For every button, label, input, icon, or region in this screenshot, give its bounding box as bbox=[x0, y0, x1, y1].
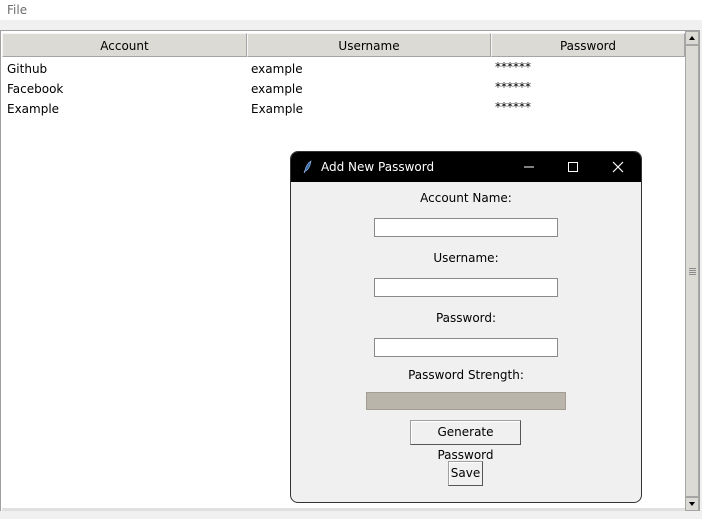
table-row[interactable]: Facebook example ****** bbox=[2, 79, 685, 99]
minimize-icon bbox=[524, 166, 534, 168]
save-button[interactable]: Save bbox=[448, 461, 483, 486]
cell-username: Example bbox=[251, 102, 304, 116]
cell-password: ****** bbox=[495, 100, 531, 114]
table-row[interactable]: Example Example ****** bbox=[2, 99, 685, 119]
menubar: File bbox=[0, 0, 702, 20]
maximize-button[interactable] bbox=[551, 152, 595, 182]
username-label: Username: bbox=[433, 251, 499, 265]
cell-password: ****** bbox=[495, 60, 531, 74]
column-header-account[interactable]: Account bbox=[2, 33, 247, 57]
password-label: Password: bbox=[435, 311, 497, 325]
menu-file[interactable]: File bbox=[7, 3, 27, 17]
feather-icon bbox=[302, 160, 314, 174]
column-header-username[interactable]: Username bbox=[247, 33, 491, 57]
cell-password: ****** bbox=[495, 80, 531, 94]
column-header-password[interactable]: Password bbox=[491, 33, 685, 57]
maximize-icon bbox=[568, 162, 578, 172]
tree-header: Account Username Password bbox=[2, 33, 686, 58]
password-strength-label: Password Strength: bbox=[408, 368, 524, 382]
dialog-titlebar[interactable]: Add New Password bbox=[291, 152, 641, 182]
password-strength-bar bbox=[366, 392, 566, 410]
window-bottom-edge bbox=[0, 511, 702, 519]
account-name-label: Account Name: bbox=[420, 191, 512, 205]
grip-icon bbox=[689, 268, 696, 276]
close-icon bbox=[612, 161, 624, 173]
generate-password-button[interactable]: Generate Password bbox=[410, 420, 521, 462]
password-input[interactable] bbox=[374, 338, 558, 357]
cell-account: Facebook bbox=[7, 82, 64, 96]
account-name-input[interactable] bbox=[374, 218, 558, 237]
vertical-scrollbar[interactable] bbox=[685, 31, 699, 511]
dialog-title: Add New Password bbox=[321, 160, 435, 174]
close-button[interactable] bbox=[596, 152, 640, 182]
table-row[interactable]: Github example ****** bbox=[2, 59, 685, 79]
username-input[interactable] bbox=[374, 278, 558, 297]
cell-account: Github bbox=[7, 62, 48, 76]
scroll-up-arrow-icon[interactable] bbox=[685, 31, 699, 45]
scroll-down-arrow-icon[interactable] bbox=[685, 497, 699, 511]
add-password-dialog: Add New Password Account Name: Username:… bbox=[290, 151, 642, 503]
scrollbar-thumb[interactable] bbox=[685, 45, 699, 497]
cell-username: example bbox=[251, 62, 303, 76]
cell-account: Example bbox=[7, 102, 60, 116]
minimize-button[interactable] bbox=[507, 152, 551, 182]
cell-username: example bbox=[251, 82, 303, 96]
